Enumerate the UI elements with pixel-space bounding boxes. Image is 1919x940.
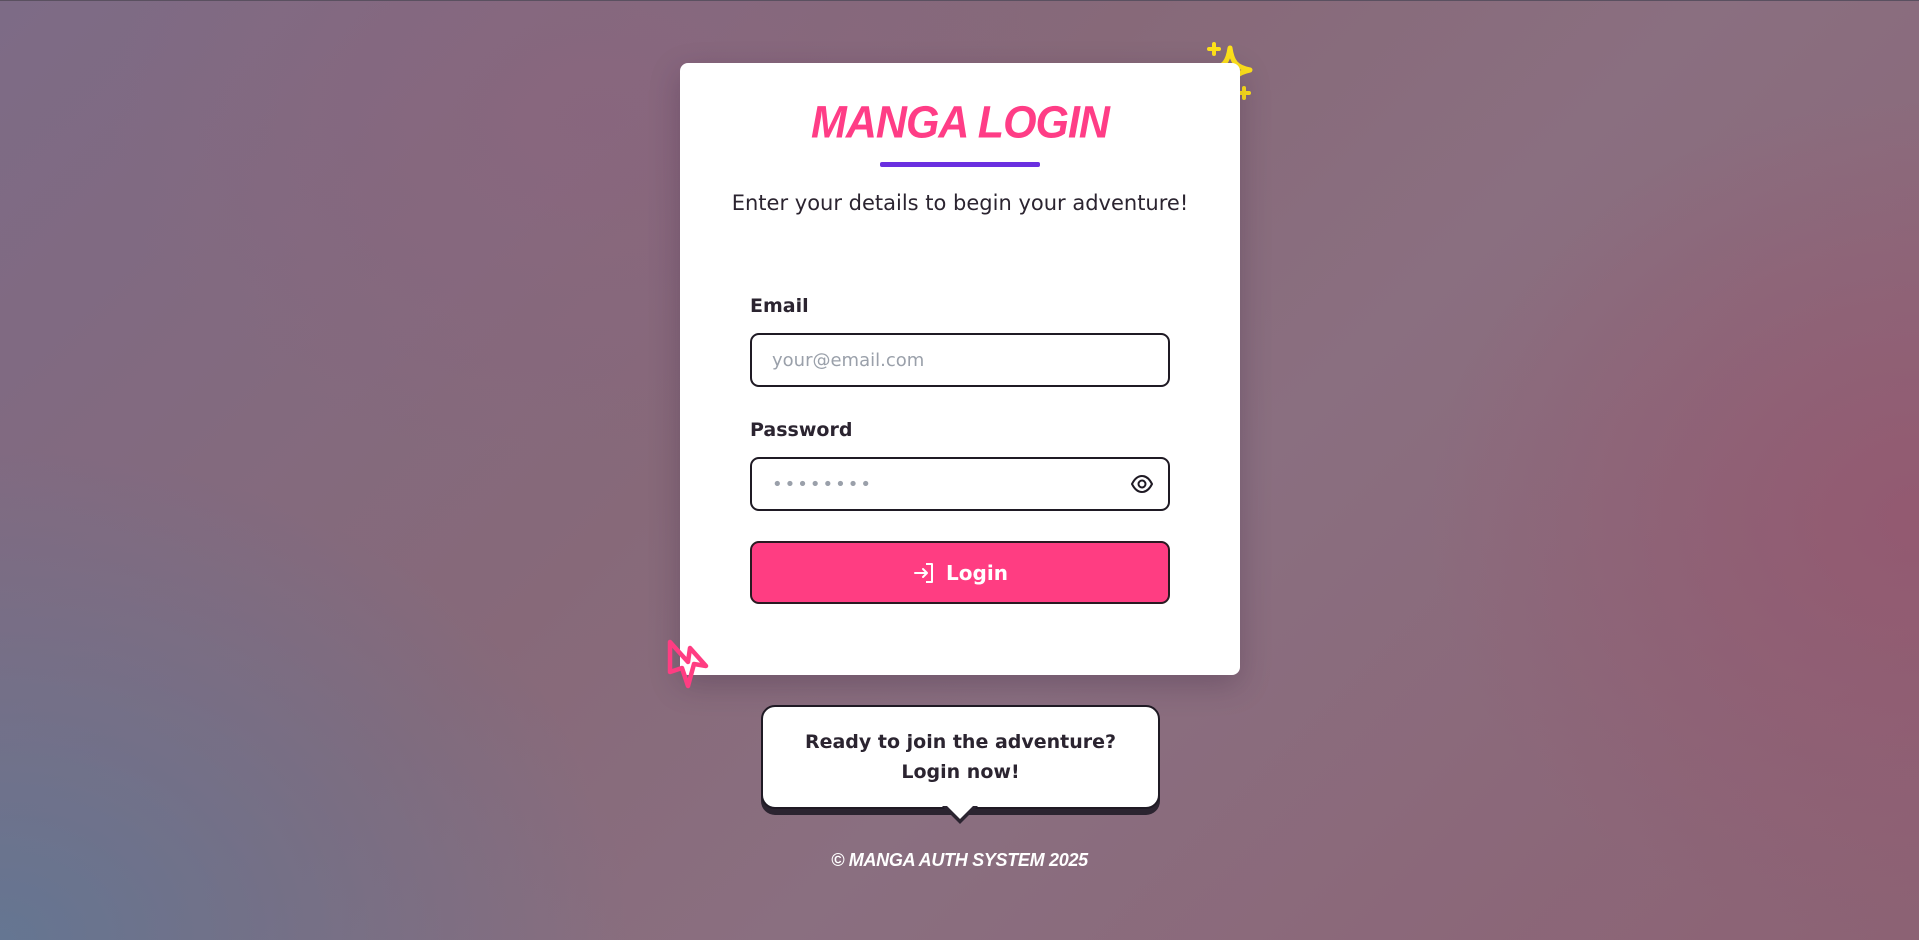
password-input[interactable] <box>752 459 1168 509</box>
lightning-icon <box>667 639 709 689</box>
password-field-wrapper <box>750 457 1170 511</box>
speech-bubble: Ready to join the adventure? Login now! <box>761 705 1160 809</box>
login-card: MANGA LOGIN Enter your details to begin … <box>680 63 1240 675</box>
login-button-label: Login <box>946 560 1008 585</box>
eye-icon[interactable] <box>1130 473 1154 495</box>
speech-bubble-text: Ready to join the adventure? Login now! <box>804 731 1117 783</box>
password-label: Password <box>750 419 853 441</box>
footer-copyright: © MANGA AUTH SYSTEM 2025 <box>831 850 1088 870</box>
title-underline <box>880 162 1040 167</box>
email-field-wrapper <box>750 333 1170 387</box>
login-button[interactable]: Login <box>750 541 1170 604</box>
email-input[interactable] <box>752 335 1168 385</box>
page-title: MANGA LOGIN <box>811 97 1110 149</box>
login-arrow-icon <box>914 562 934 583</box>
speech-bubble-tail-fill <box>945 804 975 819</box>
top-border <box>0 0 1919 1</box>
email-label: Email <box>750 295 809 317</box>
subtitle: Enter your details to begin your adventu… <box>731 191 1189 215</box>
